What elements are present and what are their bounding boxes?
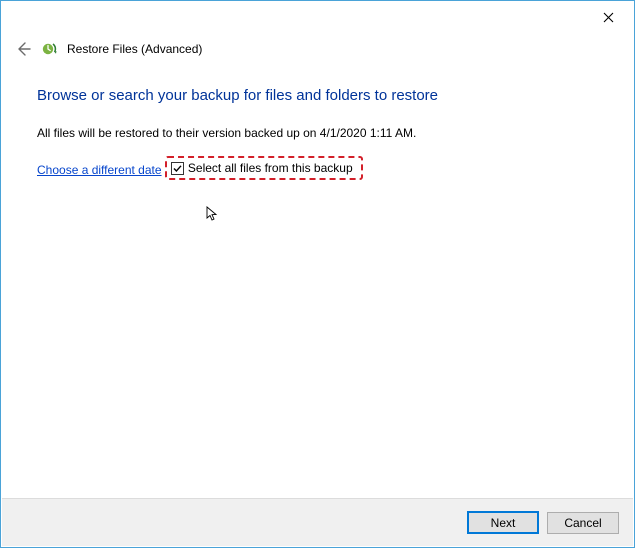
close-button[interactable] xyxy=(586,3,630,31)
page-heading: Browse or search your backup for files a… xyxy=(37,87,600,104)
checkmark-icon xyxy=(172,163,183,174)
content-area: Browse or search your backup for files a… xyxy=(1,69,634,188)
select-all-label: Select all files from this backup xyxy=(188,161,353,175)
title-bar xyxy=(1,1,634,33)
close-icon xyxy=(603,12,614,23)
footer: Next Cancel xyxy=(2,498,633,546)
window-title: Restore Files (Advanced) xyxy=(67,42,202,56)
select-all-checkbox[interactable] xyxy=(171,162,184,175)
highlighted-select-all-row: Select all files from this backup xyxy=(165,156,363,180)
back-arrow-icon xyxy=(15,41,31,57)
next-button[interactable]: Next xyxy=(467,511,539,534)
header: Restore Files (Advanced) xyxy=(1,33,634,69)
restore-files-icon xyxy=(41,40,59,58)
cursor-icon xyxy=(206,206,218,225)
choose-date-link[interactable]: Choose a different date xyxy=(37,163,162,177)
cancel-button[interactable]: Cancel xyxy=(547,512,619,534)
back-button[interactable] xyxy=(13,39,33,59)
description-text: All files will be restored to their vers… xyxy=(37,126,600,140)
